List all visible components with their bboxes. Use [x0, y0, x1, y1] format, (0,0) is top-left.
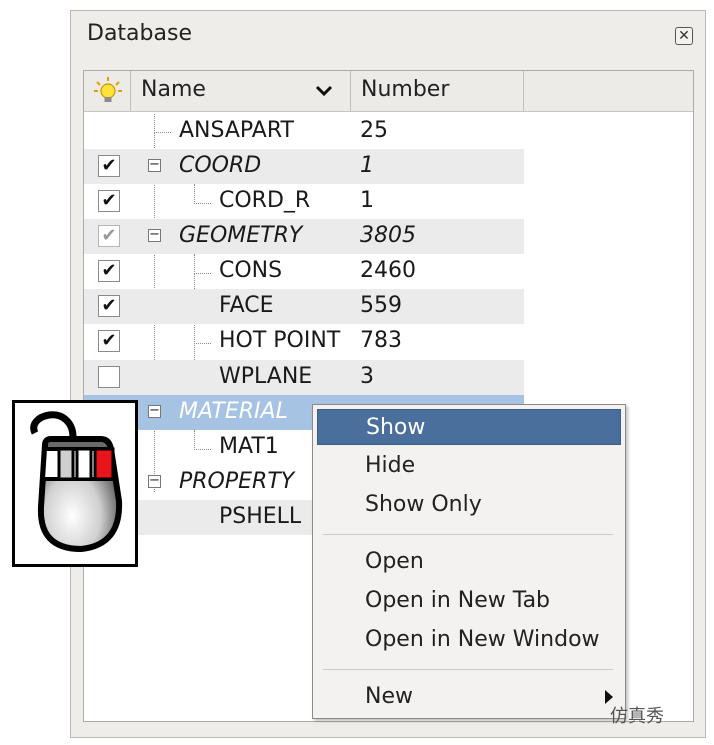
chevron-down-icon[interactable]	[315, 85, 333, 97]
menu-item-label: Show	[366, 415, 426, 440]
row-name: CORD_R	[219, 188, 311, 213]
visibility-checkbox[interactable]: ✔	[98, 295, 120, 317]
row-name: CONS	[219, 258, 283, 283]
tree-row-cord-r[interactable]: ✔ CORD_R 1	[84, 184, 524, 219]
menu-item-label: Open in New Window	[365, 627, 600, 652]
tree-row-geometry[interactable]: ✔ − GEOMETRY 3805	[84, 219, 524, 254]
visibility-checkbox[interactable]: ✔	[98, 155, 120, 177]
lightbulb-icon	[94, 77, 122, 102]
tree-row-hot-point[interactable]: ✔ HOT POINT 783	[84, 324, 524, 359]
row-number: 783	[360, 328, 402, 353]
collapse-icon[interactable]: −	[148, 404, 161, 418]
collapse-icon[interactable]: −	[148, 474, 161, 488]
tree-row-face[interactable]: ✔ FACE 559	[84, 289, 524, 324]
visibility-checkbox[interactable]: ✔	[98, 260, 120, 282]
context-menu: Show Hide Show Only Open Open in New Tab…	[312, 404, 626, 719]
menu-item-label: Hide	[365, 453, 416, 478]
row-name: WPLANE	[219, 364, 313, 389]
row-number: 1	[360, 153, 374, 178]
name-column-label: Name	[141, 77, 206, 102]
menu-item-open-in-new-window[interactable]: Open in New Window	[317, 622, 621, 658]
row-name: FACE	[219, 293, 274, 318]
row-name: HOT POINT	[219, 328, 341, 353]
visibility-checkbox[interactable]: ✔	[98, 190, 120, 212]
tree-row-wplane[interactable]: WPLANE 3	[84, 360, 524, 395]
row-number: 1	[360, 188, 374, 213]
menu-separator	[323, 669, 613, 670]
collapse-icon[interactable]: −	[148, 158, 161, 172]
number-column-header[interactable]: Number	[351, 71, 524, 111]
visibility-checkbox[interactable]	[98, 366, 120, 388]
menu-separator	[323, 534, 613, 535]
menu-item-new[interactable]: New	[317, 679, 621, 715]
tree-row-cons[interactable]: ✔ CONS 2460	[84, 254, 524, 289]
row-name: PROPERTY	[179, 469, 295, 494]
menu-item-label: Show Only	[365, 492, 482, 517]
row-number: 3805	[360, 223, 416, 248]
tree-row-ansapart[interactable]: ANSAPART 25	[84, 114, 524, 149]
row-name: PSHELL	[219, 504, 302, 529]
mouse-click-overlay	[12, 400, 138, 567]
row-name: MATERIAL	[179, 399, 288, 424]
visibility-column-header[interactable]	[84, 71, 131, 111]
row-number: 25	[360, 118, 388, 143]
menu-item-label: New	[365, 684, 413, 709]
name-column-header[interactable]: Name	[131, 71, 351, 111]
menu-item-label: Open	[365, 549, 424, 574]
menu-item-label: Open in New Tab	[365, 588, 551, 613]
menu-item-show[interactable]: Show	[317, 409, 621, 445]
row-name: ANSAPART	[179, 118, 294, 143]
visibility-checkbox[interactable]: ✔	[98, 225, 120, 247]
tree-header: Name Number	[84, 71, 693, 112]
menu-item-open-in-new-tab[interactable]: Open in New Tab	[317, 583, 621, 619]
visibility-checkbox[interactable]: ✔	[98, 330, 120, 352]
close-icon[interactable]: ✕	[675, 27, 693, 45]
row-name: MAT1	[219, 434, 279, 459]
row-name: COORD	[179, 153, 262, 178]
row-number: 3	[360, 364, 374, 389]
mouse-right-click-icon	[30, 411, 123, 553]
menu-item-hide[interactable]: Hide	[317, 448, 621, 484]
menu-item-show-only[interactable]: Show Only	[317, 487, 621, 523]
number-column-label: Number	[361, 77, 450, 102]
watermark: 仿真秀	[610, 706, 664, 727]
panel-title: Database	[87, 21, 192, 46]
row-number: 2460	[360, 258, 416, 283]
menu-item-open[interactable]: Open	[317, 544, 621, 580]
collapse-icon[interactable]: −	[148, 228, 161, 242]
tree-row-coord[interactable]: ✔ − COORD 1	[84, 149, 524, 184]
row-number: 559	[360, 293, 402, 318]
row-name: GEOMETRY	[179, 223, 303, 248]
